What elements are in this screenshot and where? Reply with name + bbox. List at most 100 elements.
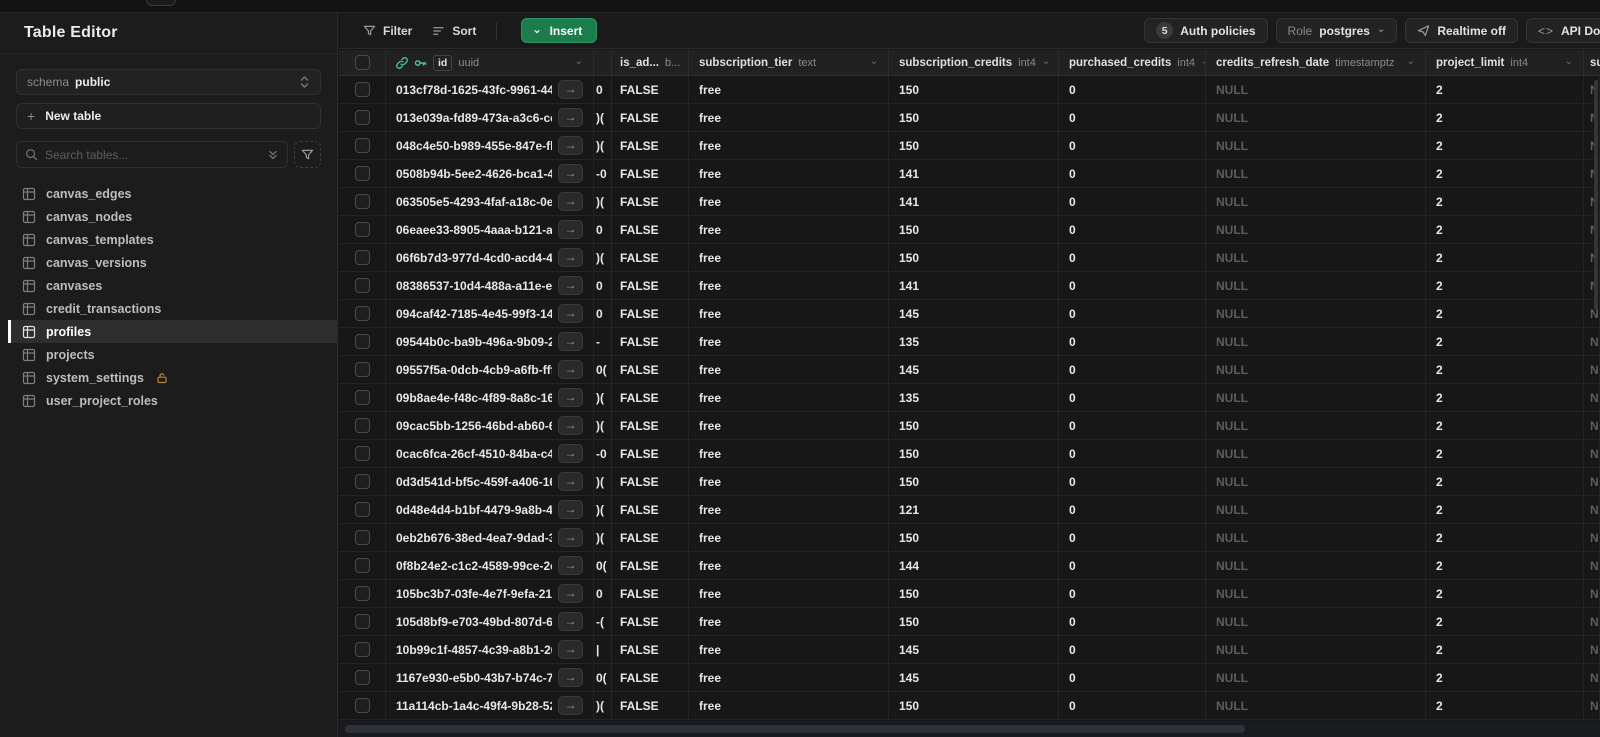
cell-is-admin[interactable]: FALSE — [612, 188, 689, 215]
cell-purchased-credits[interactable]: 0 — [1059, 188, 1206, 215]
column-header-subscription-credits[interactable]: subscription_credits int4 ⌄ — [889, 50, 1059, 75]
cell-credits-refresh-date[interactable]: NULL — [1206, 664, 1426, 691]
cell-is-admin[interactable]: FALSE — [612, 440, 689, 467]
row-checkbox[interactable] — [354, 82, 370, 97]
cell-subscription-tier[interactable]: free — [689, 552, 889, 579]
role-select-button[interactable]: Role postgres ⌄ — [1275, 18, 1398, 43]
cell-purchased-credits[interactable]: 0 — [1059, 272, 1206, 299]
row-checkbox[interactable] — [354, 166, 370, 181]
cell-project-limit[interactable]: 2 — [1426, 440, 1584, 467]
cell-is-admin[interactable]: FALSE — [612, 608, 689, 635]
cell-id[interactable]: 11a114cb-1a4c-49f4-9b28-52219ec...→ — [386, 692, 594, 719]
filter-button[interactable]: Filter — [353, 19, 422, 43]
search-tables-box[interactable] — [16, 141, 288, 168]
cell-is-admin[interactable]: FALSE — [612, 524, 689, 551]
row-checkbox[interactable] — [354, 698, 370, 713]
cell-purchased-credits[interactable]: 0 — [1059, 412, 1206, 439]
row-checkbox[interactable] — [354, 334, 370, 349]
cell-id[interactable]: 0d3d541d-bf5c-459f-a406-16b93...→ — [386, 468, 594, 495]
cell-purchased-credits[interactable]: 0 — [1059, 496, 1206, 523]
cell-purchased-credits[interactable]: 0 — [1059, 552, 1206, 579]
cell-clipped-su[interactable]: NULL — [1584, 608, 1600, 635]
cell-credits-refresh-date[interactable]: NULL — [1206, 440, 1426, 467]
expand-row-button[interactable]: → — [558, 220, 583, 239]
cell-project-limit[interactable]: 2 — [1426, 160, 1584, 187]
cell-credits-refresh-date[interactable]: NULL — [1206, 104, 1426, 131]
cell-is-admin[interactable]: FALSE — [612, 216, 689, 243]
schema-select[interactable]: schema public — [16, 69, 321, 95]
cell-clipped-su[interactable]: NULL — [1584, 468, 1600, 495]
cell-clipped[interactable]: )( — [594, 524, 612, 551]
cell-subscription-credits[interactable]: 135 — [889, 328, 1059, 355]
cell-purchased-credits[interactable]: 0 — [1059, 692, 1206, 719]
cell-is-admin[interactable]: FALSE — [612, 412, 689, 439]
cell-credits-refresh-date[interactable]: NULL — [1206, 636, 1426, 663]
cell-is-admin[interactable]: FALSE — [612, 132, 689, 159]
cell-id[interactable]: 08386537-10d4-488a-a11e-eb5a6...→ — [386, 272, 594, 299]
cell-subscription-credits[interactable]: 150 — [889, 132, 1059, 159]
cell-credits-refresh-date[interactable]: NULL — [1206, 608, 1426, 635]
column-header-project-limit[interactable]: project_limit int4 ⌄ — [1426, 50, 1584, 75]
cell-subscription-tier[interactable]: free — [689, 188, 889, 215]
chevron-down-icon[interactable]: ⌄ — [575, 56, 583, 67]
row-checkbox[interactable] — [354, 530, 370, 545]
cell-project-limit[interactable]: 2 — [1426, 468, 1584, 495]
cell-purchased-credits[interactable]: 0 — [1059, 300, 1206, 327]
cell-subscription-tier[interactable]: free — [689, 356, 889, 383]
row-checkbox[interactable] — [354, 558, 370, 573]
cell-subscription-tier[interactable]: free — [689, 524, 889, 551]
cell-clipped[interactable]: -0 — [594, 160, 612, 187]
cell-credits-refresh-date[interactable]: NULL — [1206, 188, 1426, 215]
cell-credits-refresh-date[interactable]: NULL — [1206, 356, 1426, 383]
cell-purchased-credits[interactable]: 0 — [1059, 104, 1206, 131]
cell-purchased-credits[interactable]: 0 — [1059, 664, 1206, 691]
sidebar-table-user_project_roles[interactable]: user_project_roles — [8, 389, 337, 412]
cell-clipped[interactable]: 0 — [594, 272, 612, 299]
cell-subscription-tier[interactable]: free — [689, 244, 889, 271]
cell-subscription-tier[interactable]: free — [689, 664, 889, 691]
cell-is-admin[interactable]: FALSE — [612, 496, 689, 523]
cell-clipped-su[interactable]: NULL — [1584, 412, 1600, 439]
cell-clipped-su[interactable]: NULL — [1584, 636, 1600, 663]
expand-row-button[interactable]: → — [558, 416, 583, 435]
sidebar-table-projects[interactable]: projects — [8, 343, 337, 366]
cell-purchased-credits[interactable]: 0 — [1059, 440, 1206, 467]
expand-row-button[interactable]: → — [558, 276, 583, 295]
expand-row-button[interactable]: → — [558, 612, 583, 631]
cell-subscription-tier[interactable]: free — [689, 384, 889, 411]
cell-clipped[interactable]: 0 — [594, 580, 612, 607]
cell-purchased-credits[interactable]: 0 — [1059, 356, 1206, 383]
cell-clipped-su[interactable]: NULL — [1584, 664, 1600, 691]
cell-credits-refresh-date[interactable]: NULL — [1206, 244, 1426, 271]
cell-id[interactable]: 048c4e50-b989-455e-847e-fb2f...→ — [386, 132, 594, 159]
cell-subscription-tier[interactable]: free — [689, 76, 889, 103]
cell-purchased-credits[interactable]: 0 — [1059, 76, 1206, 103]
cell-credits-refresh-date[interactable]: NULL — [1206, 76, 1426, 103]
cell-subscription-tier[interactable]: free — [689, 160, 889, 187]
cell-is-admin[interactable]: FALSE — [612, 552, 689, 579]
cell-id[interactable]: 105d8bf9-e703-49bd-807d-645e...→ — [386, 608, 594, 635]
cell-subscription-tier[interactable]: free — [689, 216, 889, 243]
cell-purchased-credits[interactable]: 0 — [1059, 636, 1206, 663]
cell-subscription-tier[interactable]: free — [689, 440, 889, 467]
cell-clipped-su[interactable]: NULL — [1584, 328, 1600, 355]
sort-button[interactable]: Sort — [422, 19, 486, 43]
cell-purchased-credits[interactable]: 0 — [1059, 468, 1206, 495]
cell-subscription-tier[interactable]: free — [689, 692, 889, 719]
cell-is-admin[interactable]: FALSE — [612, 664, 689, 691]
cell-subscription-credits[interactable]: 141 — [889, 160, 1059, 187]
expand-row-button[interactable]: → — [558, 696, 583, 715]
cell-credits-refresh-date[interactable]: NULL — [1206, 552, 1426, 579]
row-checkbox[interactable] — [354, 474, 370, 489]
cell-id[interactable]: 0d48e4d4-b1bf-4479-9a8b-4a4b...→ — [386, 496, 594, 523]
row-checkbox[interactable] — [354, 502, 370, 517]
new-table-button[interactable]: + New table — [16, 103, 321, 129]
row-checkbox[interactable] — [354, 390, 370, 405]
cell-subscription-tier[interactable]: free — [689, 412, 889, 439]
cell-project-limit[interactable]: 2 — [1426, 580, 1584, 607]
horizontal-scrollbar-thumb[interactable] — [345, 725, 1245, 733]
cell-id[interactable]: 013cf78d-1625-43fc-9961-442189...→ — [386, 76, 594, 103]
cell-project-limit[interactable]: 2 — [1426, 76, 1584, 103]
cell-project-limit[interactable]: 2 — [1426, 356, 1584, 383]
cell-subscription-credits[interactable]: 145 — [889, 356, 1059, 383]
